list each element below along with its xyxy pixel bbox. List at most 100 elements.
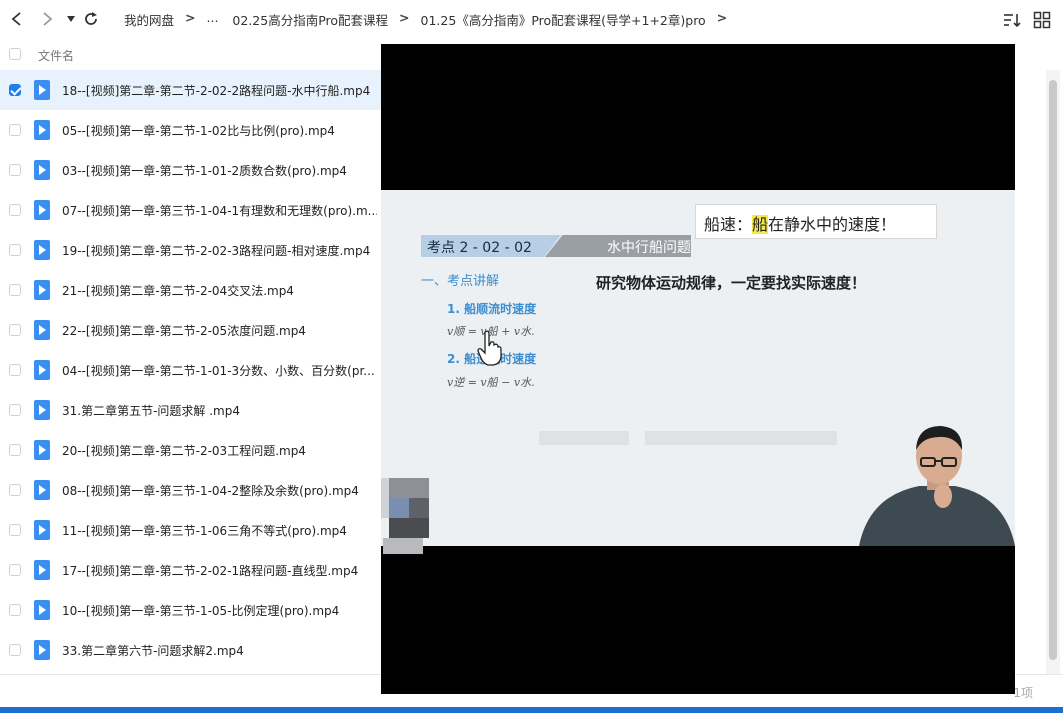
file-name[interactable]: 18--[视频]第二章-第二节-2-02-2路程问题-水中行船.mp4 <box>62 82 377 99</box>
row-checkbox[interactable] <box>9 604 21 616</box>
sort-icon <box>1004 14 1021 28</box>
file-name[interactable]: 10--[视频]第一章-第三节-1-05-比例定理(pro).mp4 <box>62 602 377 619</box>
file-row[interactable]: 33.第二章第六节-问题求解2.mp4 <box>0 630 382 670</box>
file-name[interactable]: 05--[视频]第一章-第二节-1-02比与比例(pro).mp4 <box>62 122 377 139</box>
file-row[interactable]: 19--[视频]第二章-第二节-2-02-3路程问题-相对速度.mp4 <box>0 230 382 270</box>
breadcrumb-course[interactable]: 02.25高分指南Pro配套课程 <box>230 10 390 29</box>
video-file-icon <box>34 440 50 460</box>
progress-strip <box>0 707 1063 713</box>
video-file-icon <box>34 320 50 340</box>
file-name[interactable]: 07--[视频]第一章-第三节-1-04-1有理数和无理数(pro).m... <box>62 202 377 219</box>
video-file-icon <box>34 400 50 420</box>
keypoint-code: 考点 2 - 02 - 02 <box>427 240 532 256</box>
item-count: 1项 <box>1013 686 1033 700</box>
file-row[interactable]: 17--[视频]第二章-第二节-2-02-1路程问题-直线型.mp4 <box>0 550 382 590</box>
row-checkbox[interactable] <box>9 484 21 496</box>
slide-item-1: 1. 船顺流时速度 <box>447 302 537 316</box>
breadcrumb-ellipsis[interactable]: ... <box>205 10 221 29</box>
top-toolbar: 我的网盘 > ... 02.25高分指南Pro配套课程 > 01.25《高分指南… <box>0 0 1063 40</box>
column-header-filename[interactable]: 文件名 <box>38 47 74 64</box>
refresh-icon <box>85 12 97 25</box>
row-checkbox[interactable] <box>9 204 21 216</box>
file-name[interactable]: 33.第二章第六节-问题求解2.mp4 <box>62 642 377 659</box>
vertical-scrollbar[interactable] <box>1046 70 1060 674</box>
file-row[interactable]: 05--[视频]第一章-第二节-1-02比与比例(pro).mp4 <box>0 110 382 150</box>
file-name[interactable]: 08--[视频]第一章-第三节-1-04-2整除及余数(pro).mp4 <box>62 482 377 499</box>
row-checkbox[interactable] <box>9 84 21 96</box>
presenter-video <box>859 426 1015 546</box>
row-checkbox[interactable] <box>9 444 21 456</box>
history-dropdown-button[interactable] <box>60 8 82 30</box>
section-title: 一、考点讲解 <box>421 274 500 289</box>
video-file-icon <box>34 640 50 660</box>
row-checkbox[interactable] <box>9 164 21 176</box>
file-row[interactable]: 04--[视频]第一章-第二节-1-01-3分数、小数、百分数(pr... <box>0 350 382 390</box>
file-row[interactable]: 22--[视频]第二章-第二节-2-05浓度问题.mp4 <box>0 310 382 350</box>
forward-arrow-icon <box>43 12 53 26</box>
video-file-icon <box>34 160 50 180</box>
breadcrumb-separator: > <box>185 10 196 25</box>
row-checkbox[interactable] <box>9 404 21 416</box>
file-row[interactable]: 11--[视频]第一章-第三节-1-06三角不等式(pro).mp4 <box>0 510 382 550</box>
scrollbar-thumb[interactable] <box>1049 80 1057 660</box>
row-checkbox[interactable] <box>9 564 21 576</box>
file-row[interactable]: 10--[视频]第一章-第三节-1-05-比例定理(pro).mp4 <box>0 590 382 630</box>
video-file-icon <box>34 280 50 300</box>
file-row[interactable]: 03--[视频]第一章-第二节-1-01-2质数合数(pro).mp4 <box>0 150 382 190</box>
video-file-icon <box>34 200 50 220</box>
video-player[interactable]: 船速：船在静水中的速度！ 考点 2 - 02 - 02 水中行船问题 一、考点讲… <box>381 44 1015 694</box>
breadcrumb: 我的网盘 > ... 02.25高分指南Pro配套课程 > 01.25《高分指南… <box>122 10 736 29</box>
file-name[interactable]: 03--[视频]第一章-第二节-1-01-2质数合数(pro).mp4 <box>62 162 377 179</box>
annotation-text: 船速：船在静水中的速度！ <box>704 211 896 235</box>
file-row[interactable]: 08--[视频]第一章-第三节-1-04-2整除及余数(pro).mp4 <box>0 470 382 510</box>
breadcrumb-root[interactable]: 我的网盘 <box>122 10 176 29</box>
video-file-icon <box>34 120 50 140</box>
slide-heading: 研究物体运动规律，一定要找实际速度！ <box>596 274 867 292</box>
forward-button[interactable] <box>36 8 58 30</box>
file-name[interactable]: 19--[视频]第二章-第二节-2-02-3路程问题-相对速度.mp4 <box>62 242 377 259</box>
annotation-box: 船速：船在静水中的速度！ <box>695 204 937 239</box>
file-row[interactable]: 21--[视频]第二章-第二节-2-04交叉法.mp4 <box>0 270 382 310</box>
row-checkbox[interactable] <box>9 124 21 136</box>
video-file-icon <box>34 80 50 100</box>
file-name[interactable]: 11--[视频]第一章-第三节-1-06三角不等式(pro).mp4 <box>62 522 377 539</box>
file-name[interactable]: 20--[视频]第二章-第二节-2-03工程问题.mp4 <box>62 442 377 459</box>
row-checkbox[interactable] <box>9 324 21 336</box>
breadcrumb-separator: > <box>399 10 410 25</box>
annotation-prefix: 船速： <box>704 215 753 234</box>
refresh-button[interactable] <box>80 8 102 30</box>
select-all-checkbox[interactable] <box>9 48 21 60</box>
keypoint-banner: 考点 2 - 02 - 02 水中行船问题 <box>421 235 691 257</box>
mosaic-pixelation <box>381 478 429 554</box>
video-file-icon <box>34 600 50 620</box>
file-row[interactable]: 20--[视频]第二章-第二节-2-03工程问题.mp4 <box>0 430 382 470</box>
row-checkbox[interactable] <box>9 524 21 536</box>
file-name[interactable]: 04--[视频]第一章-第二节-1-01-3分数、小数、百分数(pr... <box>62 362 377 379</box>
file-name[interactable]: 21--[视频]第二章-第二节-2-04交叉法.mp4 <box>62 282 377 299</box>
video-file-icon <box>34 520 50 540</box>
back-arrow-icon <box>11 12 21 26</box>
caret-down-icon <box>67 16 75 22</box>
grid-view-button[interactable] <box>1033 11 1051 29</box>
sort-button[interactable] <box>1003 11 1021 29</box>
breadcrumb-separator: > <box>716 10 728 25</box>
back-button[interactable] <box>6 8 28 30</box>
file-row[interactable]: 31.第二章第五节-问题求解 .mp4 <box>0 390 382 430</box>
blurred-text <box>539 431 629 445</box>
video-file-icon <box>34 240 50 260</box>
row-checkbox[interactable] <box>9 284 21 296</box>
annotation-suffix: 在静水中的速度！ <box>768 215 897 234</box>
hand-cursor-icon <box>477 330 502 366</box>
breadcrumb-current[interactable]: 01.25《高分指南》Pro配套课程(导学+1+2章)pro <box>419 10 708 29</box>
annotation-highlight: 船 <box>752 215 769 234</box>
file-name[interactable]: 17--[视频]第二章-第二节-2-02-1路程问题-直线型.mp4 <box>62 562 377 579</box>
file-name[interactable]: 31.第二章第五节-问题求解 .mp4 <box>62 402 377 419</box>
row-checkbox[interactable] <box>9 244 21 256</box>
slide-formula-2: v逆 = v船 − v水. <box>447 376 535 389</box>
keypoint-title: 水中行船问题 <box>607 240 691 256</box>
file-name[interactable]: 22--[视频]第二章-第二节-2-05浓度问题.mp4 <box>62 322 377 339</box>
row-checkbox[interactable] <box>9 644 21 656</box>
row-checkbox[interactable] <box>9 364 21 376</box>
file-row[interactable]: 07--[视频]第一章-第三节-1-04-1有理数和无理数(pro).m... <box>0 190 382 230</box>
file-row[interactable]: 18--[视频]第二章-第二节-2-02-2路程问题-水中行船.mp4 <box>0 70 382 110</box>
